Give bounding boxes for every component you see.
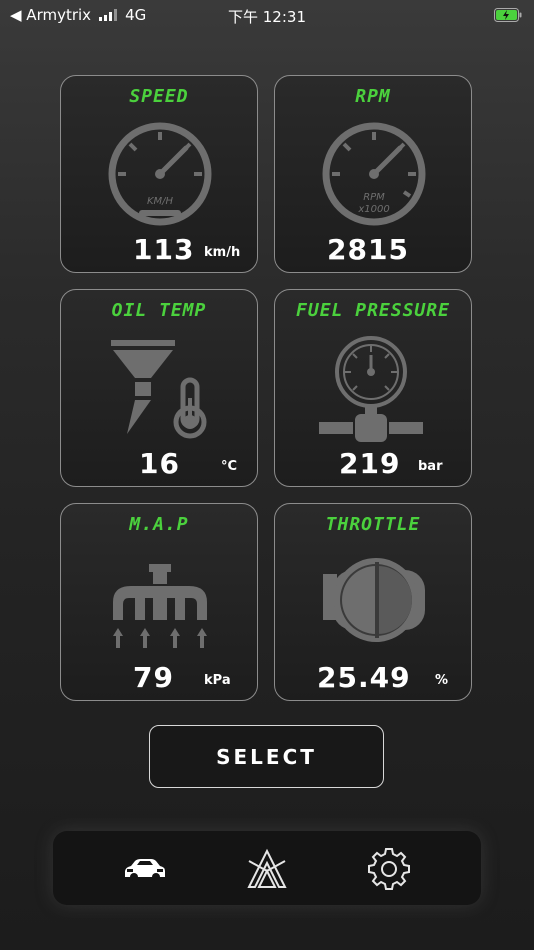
speedometer-icon: KM/H — [108, 122, 212, 226]
speed-title: SPEED — [129, 86, 189, 107]
speed-card[interactable]: SPEED KM/H 113 km/h — [60, 75, 258, 273]
pressure-gauge-icon — [319, 336, 423, 442]
oil-temp-value: 16 — [139, 447, 180, 480]
tachometer-icon: RPM x1000 — [322, 122, 426, 226]
select-button[interactable]: SELECT — [149, 725, 384, 788]
throttle-unit: % — [435, 673, 449, 688]
oil-temp-title: OIL TEMP — [111, 300, 207, 321]
status-left: ◀ Armytrix 4G — [10, 6, 146, 24]
throttle-title: THROTTLE — [325, 514, 421, 535]
rpm-value: 2815 — [327, 233, 409, 266]
speed-dial-label: KM/H — [147, 196, 174, 207]
bottom-nav-bar — [53, 831, 481, 905]
network-type: 4G — [125, 6, 147, 24]
intake-manifold-icon — [113, 564, 207, 648]
map-card[interactable]: M.A.P 79 kPa — [60, 503, 258, 701]
rpm-title: RPM — [355, 86, 391, 107]
map-title: M.A.P — [129, 514, 189, 535]
carrier-label: ◀ Armytrix — [10, 6, 92, 24]
throttle-value: 25.49 — [317, 661, 411, 694]
fuel-pressure-value: 219 — [339, 447, 401, 480]
throttle-body-icon — [323, 558, 425, 642]
map-value: 79 — [133, 661, 174, 694]
oil-temp-unit: °C — [221, 459, 238, 474]
speed-value: 113 — [133, 233, 195, 266]
status-bar: ◀ Armytrix 4G 下午 12:31 — [0, 0, 534, 30]
rpm-dial-multiplier: x1000 — [357, 204, 389, 215]
rpm-card[interactable]: RPM RPM x1000 2815 — [274, 75, 472, 273]
fuel-pressure-title: FUEL PRESSURE — [296, 300, 450, 321]
throttle-card[interactable]: THROTTLE 25.49 % — [274, 503, 472, 701]
armytrix-logo-icon[interactable] — [245, 847, 289, 891]
oil-temp-card[interactable]: OIL TEMP 16 °C — [60, 289, 258, 487]
rpm-dial-label: RPM — [363, 192, 385, 203]
map-unit: kPa — [204, 673, 231, 688]
fuel-pressure-unit: bar — [418, 459, 443, 474]
oil-temp-icon — [111, 340, 207, 439]
fuel-pressure-card[interactable]: FUEL PRESSURE 219 bar — [274, 289, 472, 487]
speed-unit: km/h — [204, 245, 241, 260]
gear-icon[interactable] — [367, 847, 411, 891]
car-icon[interactable] — [123, 847, 167, 891]
battery-icon — [494, 8, 522, 22]
signal-strength-icon — [99, 9, 118, 21]
